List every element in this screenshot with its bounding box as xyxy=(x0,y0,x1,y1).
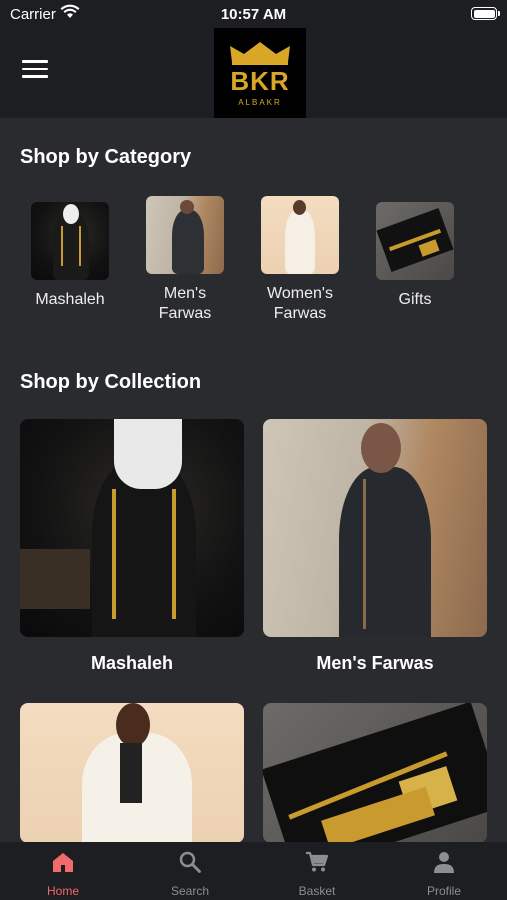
category-label: Gifts xyxy=(398,291,432,308)
status-bar: Carrier 10:57 AM xyxy=(0,0,507,28)
bottom-tab-bar: Home Search Basket Profile xyxy=(0,842,507,900)
tab-profile[interactable]: Profile xyxy=(381,842,507,900)
crown-icon xyxy=(230,42,290,65)
collection-title: Mashaleh xyxy=(90,653,174,673)
category-label: Mashaleh xyxy=(35,291,105,308)
collection-title: Men's Farwas xyxy=(316,653,434,673)
category-image xyxy=(146,196,224,274)
tab-home[interactable]: Home xyxy=(0,842,126,900)
brand-logo[interactable]: BKR ALBAKR xyxy=(214,28,306,118)
tab-label: Home xyxy=(46,884,79,898)
category-image xyxy=(261,196,339,274)
cart-icon xyxy=(306,851,329,872)
category-womens-farwas[interactable]: Women's Farwas xyxy=(250,196,350,324)
logo-wordmark: BKR xyxy=(230,66,290,96)
tab-basket[interactable]: Basket xyxy=(254,842,380,900)
collection-card-mashaleh[interactable]: Mashaleh xyxy=(20,419,244,674)
logo-subtext: ALBAKR xyxy=(238,98,282,107)
collection-image xyxy=(263,419,487,637)
collection-image xyxy=(20,703,244,843)
collection-image xyxy=(263,703,487,843)
collection-card-gifts[interactable] xyxy=(263,703,487,843)
category-label: Men's Farwas xyxy=(158,285,212,322)
app-header: Carrier 10:57 AM BKR ALBAKR xyxy=(0,0,507,118)
menu-button[interactable] xyxy=(22,60,48,82)
tab-label: Basket xyxy=(298,884,336,898)
collection-image xyxy=(20,419,244,637)
battery-icon xyxy=(471,7,500,20)
person-icon xyxy=(434,852,454,873)
category-gifts[interactable]: Gifts xyxy=(365,202,465,310)
search-icon xyxy=(179,851,201,873)
collection-card-mens-farwas[interactable]: Men's Farwas xyxy=(263,419,487,674)
collection-section-title: Shop by Collection xyxy=(20,371,202,393)
tab-label: Profile xyxy=(426,884,461,898)
tab-search[interactable]: Search xyxy=(127,842,253,900)
category-image xyxy=(376,202,454,280)
category-image xyxy=(31,202,109,280)
category-mashaleh[interactable]: Mashaleh xyxy=(20,202,120,310)
collection-card-womens-farwas[interactable] xyxy=(20,703,244,843)
category-mens-farwas[interactable]: Men's Farwas xyxy=(135,196,235,324)
clock: 10:57 AM xyxy=(220,6,287,23)
tab-label: Search xyxy=(170,884,210,898)
category-label: Women's Farwas xyxy=(267,285,333,322)
home-icon xyxy=(53,853,73,872)
category-section-title: Shop by Category xyxy=(20,146,192,168)
